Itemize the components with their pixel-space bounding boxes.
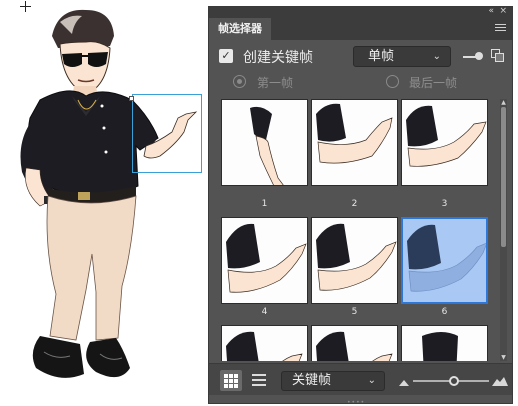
frame-number-label: 1 bbox=[261, 199, 268, 209]
last-frame-radio[interactable] bbox=[386, 75, 399, 88]
frame-number-label: 2 bbox=[351, 199, 358, 209]
keyframe-options-row: ✓ 创建关键帧 单帧 ⌄ bbox=[209, 40, 512, 70]
character-illustration bbox=[20, 9, 198, 378]
frame-thumbnail-8[interactable] bbox=[311, 325, 398, 361]
frame-thumbnail-1[interactable] bbox=[221, 99, 308, 186]
last-frame-label: 最后一帧 bbox=[409, 76, 458, 90]
frame-thumbnail-9[interactable] bbox=[401, 325, 488, 361]
frame-thumbnail-3[interactable] bbox=[401, 99, 488, 186]
frame-mode-value: 单帧 bbox=[368, 49, 395, 64]
panel-top-bar: « × bbox=[209, 6, 512, 18]
frame-number-label: 4 bbox=[261, 307, 268, 317]
check-icon: ✓ bbox=[221, 49, 231, 62]
frame-thumbnail-2[interactable] bbox=[311, 99, 398, 186]
panel-header: 帧选择器 bbox=[209, 18, 512, 40]
canvas-area[interactable] bbox=[0, 0, 208, 404]
frame-number-label: 5 bbox=[351, 307, 358, 317]
panel-title-tab[interactable]: 帧选择器 bbox=[209, 18, 271, 40]
panel-resize-grip[interactable]: •••• bbox=[347, 399, 365, 406]
close-panel-button[interactable]: × bbox=[499, 6, 507, 16]
frame-grid-scrollbar[interactable]: ▲ ▼ bbox=[500, 99, 507, 361]
frame-number-label: 6 bbox=[441, 307, 448, 317]
small-thumbnail-icon[interactable] bbox=[399, 380, 409, 386]
create-keyframe-label: 创建关键帧 bbox=[243, 50, 313, 66]
panel-footer: 关键帧 ⌄ bbox=[209, 363, 512, 395]
frame-mode-select[interactable]: 单帧 ⌄ bbox=[353, 46, 451, 67]
frame-range-row: 第一帧 最后一帧 bbox=[209, 71, 512, 93]
frame-picker-panel: « × 帧选择器 ✓ 创建关键帧 单帧 ⌄ 第一帧 最后一帧 1 2 3 4 5 6 ▲ … bbox=[208, 6, 513, 406]
create-keyframe-checkbox[interactable]: ✓ bbox=[219, 49, 233, 63]
frame-thumbnail-grid: 1 2 3 4 5 6 bbox=[215, 99, 498, 361]
frame-thumbnail-5[interactable] bbox=[311, 217, 398, 304]
keyframe-filter-value: 关键帧 bbox=[292, 373, 332, 388]
selection-box[interactable] bbox=[132, 94, 202, 173]
collapse-panel-button[interactable]: « bbox=[488, 6, 494, 16]
first-frame-label: 第一帧 bbox=[257, 76, 294, 90]
thumbnail-size-slider[interactable] bbox=[413, 376, 489, 386]
panel-menu-icon[interactable] bbox=[495, 24, 506, 33]
thumbnail-size-knob[interactable] bbox=[449, 376, 460, 386]
large-thumbnail-icon[interactable] bbox=[492, 377, 508, 386]
list-view-icon[interactable] bbox=[252, 374, 266, 386]
chevron-down-icon: ⌄ bbox=[432, 51, 441, 62]
frame-thumbnail-4[interactable] bbox=[221, 217, 308, 304]
selection-handle[interactable] bbox=[129, 96, 134, 101]
scrollbar-thumb[interactable] bbox=[501, 107, 506, 247]
onion-skin-icon[interactable] bbox=[463, 52, 485, 62]
first-frame-radio[interactable] bbox=[233, 75, 246, 88]
frame-thumbnail-7[interactable] bbox=[221, 325, 308, 361]
keyframe-filter-select[interactable]: 关键帧 ⌄ bbox=[281, 371, 385, 391]
frame-number-label: 3 bbox=[441, 199, 448, 209]
grid-view-icon[interactable] bbox=[220, 370, 242, 391]
scroll-up-icon[interactable]: ▲ bbox=[500, 99, 507, 106]
chevron-down-icon: ⌄ bbox=[367, 375, 376, 386]
duplicate-frame-icon[interactable] bbox=[491, 49, 505, 63]
frame-thumbnail-6[interactable] bbox=[401, 217, 488, 304]
scroll-down-icon[interactable]: ▼ bbox=[500, 354, 507, 361]
